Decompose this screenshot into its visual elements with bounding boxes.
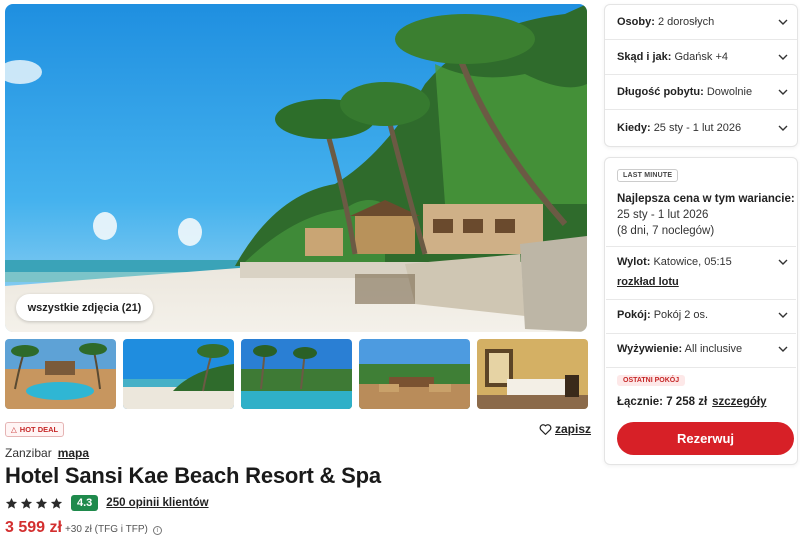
flight-value: Katowice, 05:15 (653, 256, 732, 268)
star-icon (35, 497, 48, 509)
filter-when-label: Kiedy: (617, 121, 651, 134)
thumbnail-room[interactable] (477, 339, 588, 409)
flight-label: Wylot: (617, 256, 651, 268)
flight-schedule-link[interactable]: rozkład lotu (617, 276, 679, 288)
star-icon (20, 497, 33, 509)
filter-from-label: Skąd i jak: (617, 51, 672, 63)
price-main: 3 599 zł (5, 519, 62, 536)
total-label: Łącznie: (617, 396, 664, 408)
chevron-down-icon (778, 54, 788, 60)
filter-from-value: Gdańsk +4 (674, 51, 728, 63)
chevron-down-icon (778, 312, 788, 318)
divider (606, 333, 796, 334)
beach-resort-image (5, 4, 587, 332)
star-icon (50, 497, 63, 509)
location-name: Zanzibar (5, 446, 52, 460)
price-row: 3 599 zł +30 zł (TFG i TFP) i (5, 519, 162, 537)
flight-selector[interactable]: Wylot: Katowice, 05:15 (617, 256, 789, 268)
board-value: All inclusive (684, 343, 743, 355)
save-button[interactable]: zapisz (539, 422, 591, 436)
details-link[interactable]: szczegóły (712, 396, 766, 408)
total-value: 7 258 zł (666, 396, 708, 408)
room-label: Pokój: (617, 309, 651, 321)
filter-duration-value: Dowolnie (706, 86, 753, 98)
chevron-down-icon (778, 346, 788, 352)
search-filters-panel: Osoby: 2 dorosłych Skąd i jak: Gdańsk +4… (604, 4, 798, 147)
fire-icon: △ (11, 425, 17, 434)
lounge-photo (359, 339, 470, 409)
thumbnail-strip (5, 339, 588, 409)
garden-pool-photo (241, 339, 352, 409)
hotel-name: Hotel Sansi Kae Beach Resort & Spa (5, 463, 381, 488)
best-price-block: Najlepsza cena w tym wariancie: 25 sty -… (617, 191, 797, 239)
divider (606, 367, 796, 368)
filter-from[interactable]: Skąd i jak: Gdańsk +4 (605, 40, 797, 75)
hot-deal-label: HOT DEAL (19, 425, 59, 434)
offer-panel: LAST MINUTE Najlepsza cena w tym warianc… (604, 157, 798, 465)
filter-duration[interactable]: Długość pobytu: Dowolnie (605, 75, 797, 110)
last-room-badge: OSTATNI POKÓJ (617, 375, 686, 386)
chevron-down-icon (778, 89, 788, 95)
filter-when[interactable]: Kiedy: 25 sty - 1 lut 2026 (605, 110, 797, 145)
reviews-link[interactable]: 250 opinii klientów (106, 497, 208, 509)
board-selector[interactable]: Wyżywienie: All inclusive (617, 343, 789, 355)
room-photo (477, 339, 588, 409)
thumbnail-garden-pool[interactable] (241, 339, 352, 409)
filter-people-value: 2 dorosłych (657, 16, 715, 28)
map-link[interactable]: mapa (58, 446, 89, 460)
room-value: Pokój 2 os. (653, 309, 709, 321)
rating-row: 4.3 250 opinii klientów (5, 495, 209, 511)
filter-people[interactable]: Osoby: 2 dorosłych (605, 5, 797, 40)
chevron-down-icon (778, 125, 788, 131)
all-photos-button[interactable]: wszystkie zdjęcia (21) (16, 294, 153, 321)
last-minute-badge: LAST MINUTE (617, 169, 679, 182)
divider (606, 299, 796, 300)
hot-deal-badge: △ HOT DEAL (5, 422, 65, 437)
filter-people-label: Osoby: (617, 16, 655, 28)
chevron-down-icon (778, 19, 788, 25)
beach-photo (123, 339, 234, 409)
room-selector[interactable]: Pokój: Pokój 2 os. (617, 309, 789, 321)
score-badge: 4.3 (71, 495, 99, 511)
book-button[interactable]: Rezerwuj (617, 422, 794, 455)
filter-when-value: 25 sty - 1 lut 2026 (653, 121, 742, 134)
divider (606, 246, 796, 247)
thumbnail-pool[interactable] (5, 339, 116, 409)
thumbnail-beach[interactable] (123, 339, 234, 409)
location-line: Zanzibar mapa (5, 446, 89, 460)
info-icon[interactable]: i (152, 526, 162, 535)
thumbnail-lounge[interactable] (359, 339, 470, 409)
heart-icon (539, 423, 552, 435)
star-rating (5, 497, 63, 510)
price-extra: +30 zł (TFG i TFP) (64, 524, 148, 535)
offer-nights: (8 dni, 7 noclegów) (617, 225, 715, 237)
total-price: Łącznie: 7 258 zł szczegóły (617, 396, 766, 408)
save-label: zapisz (555, 422, 592, 436)
filter-duration-label: Długość pobytu: (617, 86, 704, 98)
pool-photo (5, 339, 116, 409)
chevron-down-icon (778, 259, 788, 265)
board-label: Wyżywienie: (617, 343, 683, 355)
best-price-title: Najlepsza cena w tym wariancie: (617, 193, 795, 205)
star-icon (5, 497, 18, 509)
offer-dates: 25 sty - 1 lut 2026 (617, 209, 709, 221)
main-photo[interactable] (5, 4, 587, 332)
